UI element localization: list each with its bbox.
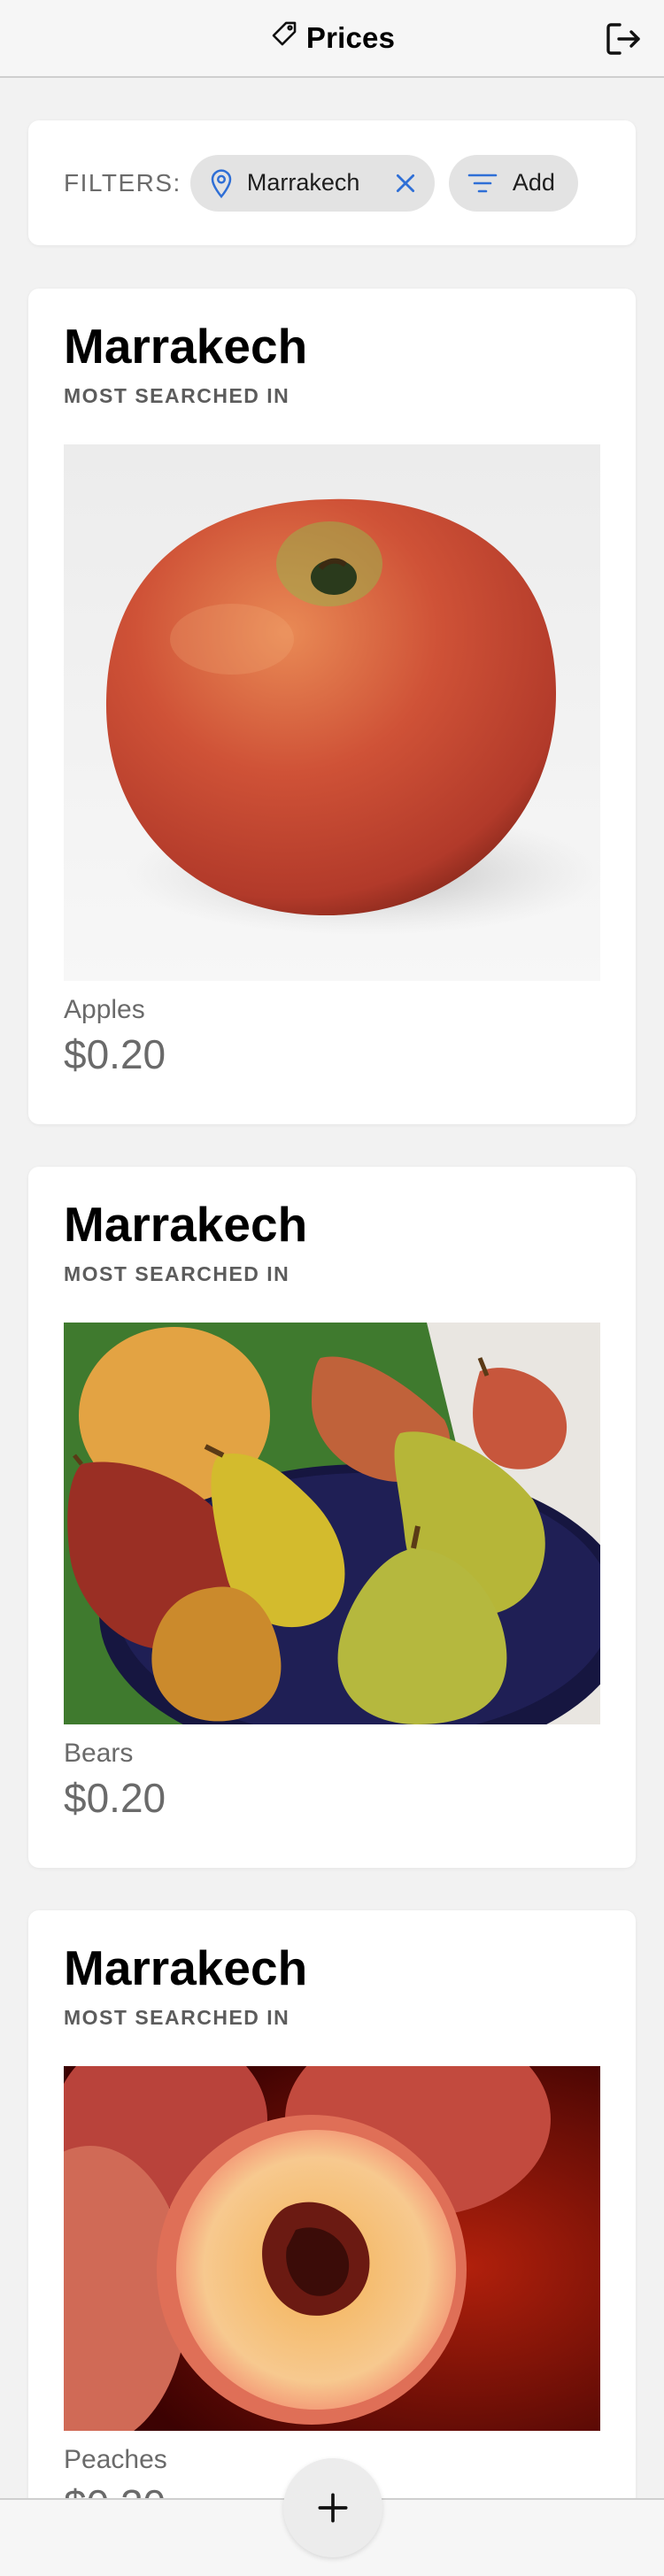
card-subtitle: MOST SEARCHED IN xyxy=(64,2006,290,2029)
card-city-title: Marrakech xyxy=(64,1197,308,1252)
card-subtitle: MOST SEARCHED IN xyxy=(64,1262,290,1285)
card-product-name: Apples xyxy=(64,995,145,1024)
filters-panel: FILTERS: Marrakech Add xyxy=(28,120,636,245)
apple-photo xyxy=(64,444,600,981)
peaches-photo xyxy=(64,2066,600,2431)
top-app-bar: Prices xyxy=(0,0,664,78)
card-price: $0.20 xyxy=(64,1775,166,1821)
price-card[interactable]: Marrakech MOST SEARCHED IN xyxy=(28,1910,636,2548)
filters-label: FILTERS: xyxy=(64,168,181,197)
filter-icon xyxy=(467,174,498,192)
logout-icon xyxy=(606,23,640,55)
location-pin-icon xyxy=(211,168,232,198)
logout-button[interactable] xyxy=(602,18,645,60)
card-subtitle: MOST SEARCHED IN xyxy=(64,384,290,407)
header-title-group: Prices xyxy=(0,0,664,76)
add-chip-label: Add xyxy=(512,169,555,196)
price-card[interactable]: Marrakech MOST SEARCHED IN xyxy=(28,289,636,1124)
add-filter-chip[interactable]: Add xyxy=(448,154,578,212)
card-product-name: Peaches xyxy=(64,2445,167,2474)
card-city-title: Marrakech xyxy=(64,319,308,374)
page-title: Prices xyxy=(305,21,396,54)
pears-photo xyxy=(64,1323,600,1724)
location-filter-chip[interactable]: Marrakech xyxy=(189,154,435,212)
card-city-title: Marrakech xyxy=(64,1940,308,1995)
tag-icon xyxy=(269,21,299,49)
add-price-button[interactable] xyxy=(283,2458,382,2557)
card-price: $0.20 xyxy=(64,1031,166,1077)
close-icon[interactable] xyxy=(394,172,417,195)
price-card[interactable]: Marrakech MOST SEARCHED IN Bears $0.20 xyxy=(28,1167,636,1868)
plus-icon xyxy=(318,2493,348,2523)
location-chip-label: Marrakech xyxy=(246,169,360,196)
card-product-name: Bears xyxy=(64,1739,134,1768)
